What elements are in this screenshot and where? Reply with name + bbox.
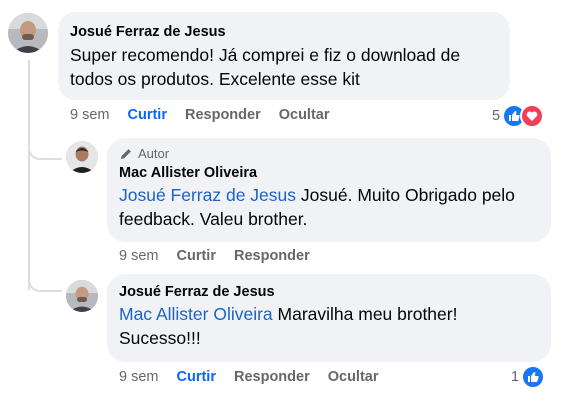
reply-text-rest: Josué. Muito Obrigado pelo [296,185,515,205]
love-reaction-icon [520,104,545,128]
reply-author[interactable]: Josué Ferraz de Jesus [119,284,539,300]
thread-branch-1 [28,140,62,160]
reply-reactions[interactable]: 1 [511,365,546,389]
hide-button[interactable]: Ocultar [279,107,330,123]
reply-time[interactable]: 9 sem [119,369,159,385]
reply-button[interactable]: Responder [234,369,310,385]
comment-time[interactable]: 9 sem [70,107,110,123]
comment-text-line-2: todos os produtos. Excelente esse kit [70,69,360,89]
avatar-photo [66,280,98,312]
reply-text-line-1: Josué Ferraz de Jesus Josué. Muito Obrig… [119,183,539,207]
reply-time[interactable]: 9 sem [119,248,159,264]
comment-reactions[interactable]: 5 [492,104,545,128]
reply-actions: 9 sem Curtir Responder Ocultar [119,369,397,385]
author-tag: Autor [119,146,539,161]
like-reaction-icon [521,365,546,389]
reaction-count: 1 [511,369,520,385]
author-tag-label: Autor [138,146,170,161]
hide-button[interactable]: Ocultar [328,369,379,385]
reply-text-rest: Maravilha meu brother! [272,304,458,324]
comment-text-line-1: Super recomendo! Já comprei e fiz o down… [70,45,461,65]
thread-branch-2 [28,270,62,292]
reply-bubble: Josué Ferraz de Jesus Mac Allister Olive… [107,274,551,362]
avatar-photo [8,13,48,53]
thread-line [28,60,30,290]
reply-bubble: Autor Mac Allister Oliveira Josué Ferraz… [107,138,551,242]
avatar-josue[interactable] [8,13,48,53]
avatar-josue[interactable] [66,280,98,312]
like-button[interactable]: Curtir [177,248,216,264]
pencil-icon [121,148,131,159]
comment-bubble: Josué Ferraz de Jesus Super recomendo! J… [58,12,510,100]
reply-text-line-1: Mac Allister Oliveira Maravilha meu brot… [119,302,539,326]
reply-text-line-2: Sucesso!!! [119,328,201,348]
avatar-mac-allister[interactable] [66,141,98,173]
mention-link[interactable]: Josué Ferraz de Jesus [119,185,296,205]
reply-actions: 9 sem Curtir Responder [119,248,328,264]
like-button[interactable]: Curtir [128,107,167,123]
mention-link[interactable]: Mac Allister Oliveira [119,304,273,324]
comment-author[interactable]: Josué Ferraz de Jesus [70,24,498,40]
reply-button[interactable]: Responder [185,107,261,123]
reply-button[interactable]: Responder [234,248,310,264]
avatar-photo [66,141,98,173]
reply-text-line-2: feedback. Valeu brother. [119,209,308,229]
comment-actions: 9 sem Curtir Responder Ocultar [70,107,348,123]
reply-author[interactable]: Mac Allister Oliveira [119,165,539,181]
reaction-count: 5 [492,108,501,124]
like-button[interactable]: Curtir [177,369,216,385]
